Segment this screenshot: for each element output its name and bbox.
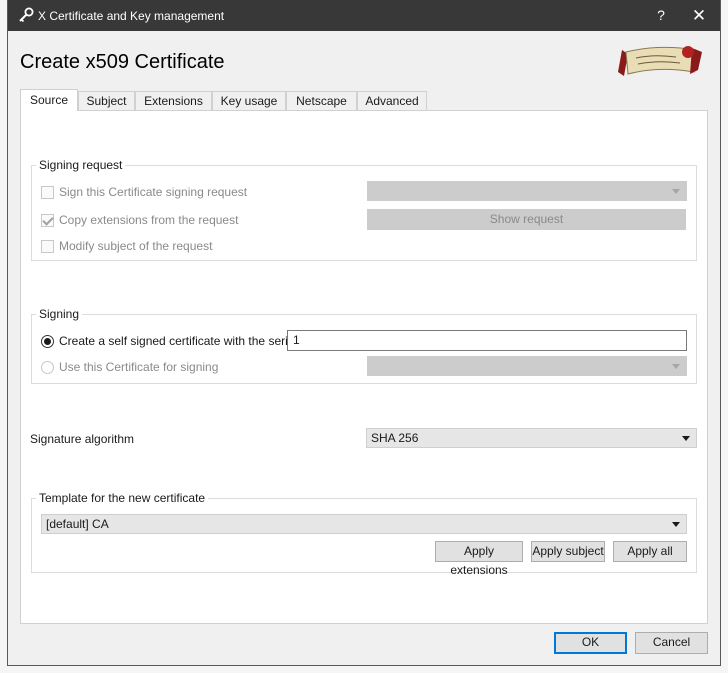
key-icon [19,7,34,23]
chevron-down-icon [682,436,690,441]
signing-request-group: Signing request Sign this Certificate si… [31,158,697,261]
modify-subject-checkbox-row[interactable]: Modify subject of the request [41,239,361,255]
ok-button[interactable]: OK [554,632,627,654]
page-title: Create x509 Certificate [20,51,225,73]
sign-csr-checkbox-row[interactable]: Sign this Certificate signing request [41,185,361,201]
tab-netscape[interactable]: Netscape [286,91,357,111]
tab-source[interactable]: Source [20,89,78,111]
self-signed-label: Create a self signed certificate with th… [59,334,298,348]
signature-algorithm-value: SHA 256 [371,431,419,445]
tab-subject[interactable]: Subject [78,91,135,111]
self-signed-radio[interactable] [41,335,54,348]
use-cert-label: Use this Certificate for signing [59,360,219,374]
signing-cert-select[interactable] [367,356,687,376]
copy-extensions-checkbox-row[interactable]: Copy extensions from the request [41,213,361,229]
copy-extensions-label: Copy extensions from the request [59,213,239,227]
window-title: X Certificate and Key management [38,9,225,23]
title-bar[interactable]: X Certificate and Key management ? ✕ [8,0,720,31]
template-group: Template for the new certificate [defaul… [31,491,697,577]
signing-title: Signing [36,307,83,321]
signing-request-title: Signing request [36,158,126,172]
request-select[interactable] [367,181,687,201]
show-request-button[interactable]: Show request [367,209,686,230]
sign-csr-label: Sign this Certificate signing request [59,185,248,199]
modify-subject-label: Modify subject of the request [59,239,213,253]
tab-extensions[interactable]: Extensions [135,91,212,111]
tab-advanced[interactable]: Advanced [357,91,427,111]
tab-key-usage[interactable]: Key usage [212,91,286,111]
signing-group: Signing Create a self signed certificate… [31,307,697,384]
modify-subject-checkbox[interactable] [41,240,54,253]
chevron-down-icon [672,522,680,527]
sign-csr-checkbox[interactable] [41,186,54,199]
signature-algorithm-label: Signature algorithm [30,432,135,446]
template-select-value: [default] CA [46,517,109,531]
source-tab-panel: Signing request Sign this Certificate si… [20,110,708,624]
self-signed-radio-row[interactable]: Create a self signed certificate with th… [41,334,297,350]
dialog-window: X Certificate and Key management ? ✕ Cre… [7,0,721,666]
template-select[interactable]: [default] CA [41,514,687,534]
signature-algorithm-select[interactable]: SHA 256 [366,428,697,448]
use-cert-radio-row[interactable]: Use this Certificate for signing [41,360,291,376]
apply-all-button[interactable]: Apply all [613,541,687,562]
cancel-button[interactable]: Cancel [635,632,708,654]
use-cert-radio[interactable] [41,361,54,374]
copy-extensions-checkbox[interactable] [41,214,54,227]
apply-subject-button[interactable]: Apply subject [531,541,605,562]
apply-extensions-button[interactable]: Apply extensions [435,541,523,577]
template-title: Template for the new certificate [36,491,209,505]
xca-logo-icon [618,46,702,76]
serial-input[interactable]: 1 [287,330,687,351]
chevron-down-icon [672,189,680,194]
chevron-down-icon [672,364,680,369]
close-button[interactable]: ✕ [676,0,722,31]
